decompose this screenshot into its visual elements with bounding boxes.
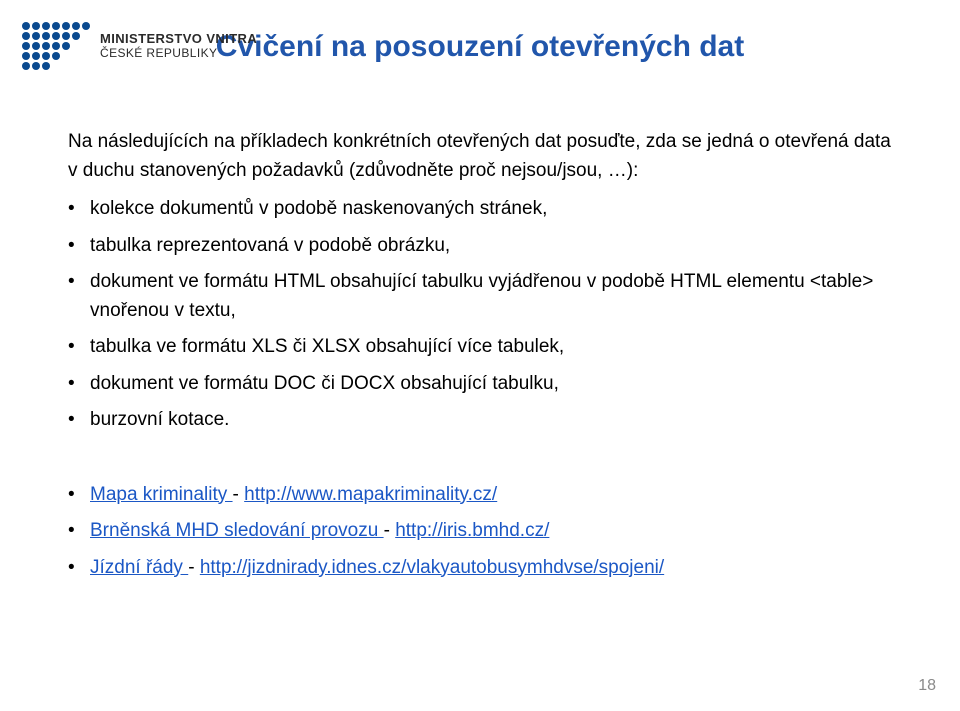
list-item: burzovní kotace. [68, 406, 892, 435]
logo-subtitle: ČESKÉ REPUBLIKY [100, 47, 257, 61]
slide-content: Na následujících na příkladech konkrétní… [68, 128, 892, 582]
link-line: Mapa kriminality - http://www.mapakrimin… [68, 481, 892, 510]
list-item: dokument ve formátu HTML obsahující tabu… [68, 268, 892, 325]
logo-text: MINISTERSTVO VNITRA ČESKÉ REPUBLIKY [100, 32, 257, 61]
logo-dots-icon [22, 22, 90, 70]
page-number: 18 [918, 677, 936, 695]
link-separator: - [233, 484, 239, 505]
ministry-logo: MINISTERSTVO VNITRA ČESKÉ REPUBLIKY [22, 22, 257, 70]
lead-paragraph: Na následujících na příkladech konkrétní… [68, 128, 892, 185]
logo-wordmark: MINISTERSTVO VNITRA [100, 32, 257, 47]
slide: MINISTERSTVO VNITRA ČESKÉ REPUBLIKY Cvič… [0, 0, 960, 711]
link-brnenska-mhd[interactable]: Brněnská MHD sledování provozu [90, 520, 384, 541]
link-url[interactable]: http://www.mapakriminality.cz/ [244, 484, 497, 505]
list-item: tabulka ve formátu XLS či XLSX obsahujíc… [68, 333, 892, 362]
link-separator: - [384, 520, 390, 541]
links-block: Mapa kriminality - http://www.mapakrimin… [68, 481, 892, 583]
link-mapa-kriminality[interactable]: Mapa kriminality [90, 484, 233, 505]
list-item: kolekce dokumentů v podobě naskenovaných… [68, 195, 892, 224]
link-line: Jízdní řády - http://jizdnirady.idnes.cz… [68, 554, 892, 583]
link-url[interactable]: http://iris.bmhd.cz/ [395, 520, 549, 541]
bullet-list: kolekce dokumentů v podobě naskenovaných… [68, 195, 892, 435]
list-item: tabulka reprezentovaná v podobě obrázku, [68, 232, 892, 261]
link-separator: - [188, 557, 194, 578]
link-line: Brněnská MHD sledování provozu - http://… [68, 517, 892, 546]
list-item: dokument ve formátu DOC či DOCX obsahují… [68, 370, 892, 399]
link-url[interactable]: http://jizdnirady.idnes.cz/vlakyautobusy… [200, 557, 664, 578]
link-jizdni-rady[interactable]: Jízdní řády [90, 557, 188, 578]
